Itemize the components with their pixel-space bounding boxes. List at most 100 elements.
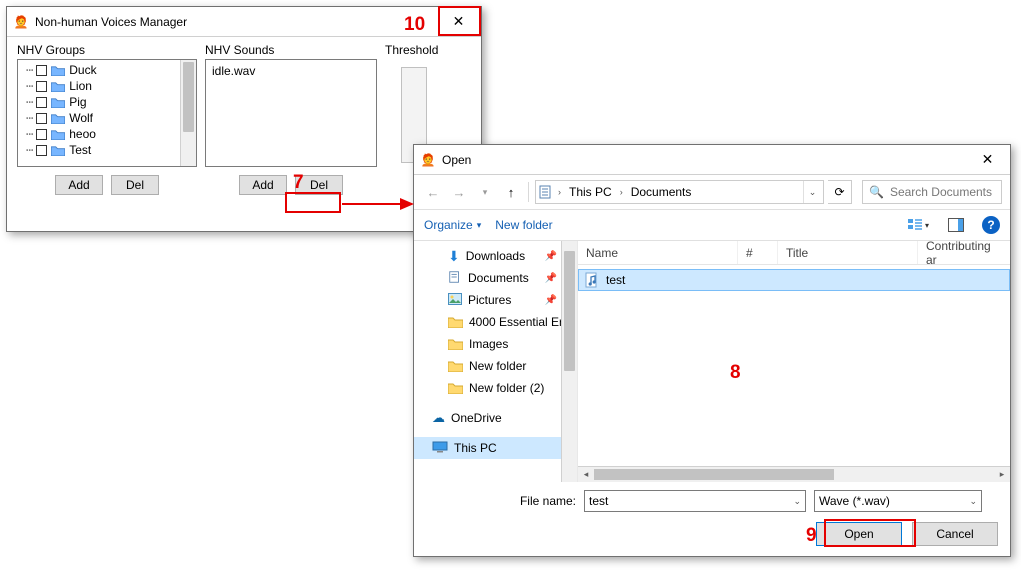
nhv-titlebar: 🧑‍🦰 Non-human Voices Manager ✕ (7, 7, 481, 37)
pin-icon: 📌 (545, 251, 557, 262)
file-row-test[interactable]: test (578, 269, 1010, 291)
nhv-sounds-list[interactable]: idle.wav (205, 59, 377, 167)
group-label: Lion (69, 79, 92, 93)
organize-menu[interactable]: Organize ▾ (424, 218, 481, 232)
toolbar: Organize ▾ New folder ▾ ? (414, 209, 1010, 241)
groups-scrollbar[interactable] (180, 60, 196, 166)
open-title: Open (442, 153, 471, 167)
pin-icon: 📌 (545, 273, 557, 284)
nhv-group-item[interactable]: ⋯Wolf (20, 110, 180, 126)
folder-icon (51, 65, 65, 76)
open-dialog-window: 🧑‍🦰 Open ✕ ← → ▾ ↑ › This PC › Documents… (413, 144, 1011, 557)
nhv-group-item[interactable]: ⋯ Pig (20, 94, 180, 110)
navpane-scrollbar[interactable] (561, 241, 577, 482)
col-title[interactable]: Title (778, 241, 918, 264)
col-num[interactable]: # (738, 241, 778, 264)
nhv-sound-item[interactable]: idle.wav (208, 62, 374, 80)
checkbox[interactable] (36, 113, 47, 124)
arrow-up-icon: ↑ (508, 185, 515, 200)
groups-add-button[interactable]: Add (55, 175, 103, 195)
refresh-button[interactable]: ⟳ (828, 180, 852, 204)
group-label: Test (69, 143, 91, 157)
nav-forward-button[interactable]: → (448, 181, 470, 203)
nhv-groups-tree[interactable]: ⋯Duck⋯Lion⋯Pig⋯Wolf⋯heoo⋯Test (17, 59, 197, 167)
file-content-pane: Name # Title Contributing ar test ◂ (578, 241, 1010, 482)
column-headers: Name # Title Contributing ar (578, 241, 1010, 265)
file-list[interactable]: test (578, 265, 1010, 466)
nav-newfolder2[interactable]: New folder (2) (414, 377, 577, 399)
nav-thispc[interactable]: This PC (414, 437, 577, 459)
thispc-icon (432, 441, 448, 456)
nhv-group-item[interactable]: ⋯heoo (20, 126, 180, 142)
nav-up-button[interactable]: ↑ (500, 181, 522, 203)
breadcrumb-bar[interactable]: › This PC › Documents ⌄ (535, 180, 824, 204)
search-input[interactable]: 🔍 Search Documents (862, 180, 1002, 204)
groups-del-button[interactable]: Del (111, 175, 159, 195)
nav-documents[interactable]: Documents 📌 (414, 267, 577, 289)
breadcrumb-thispc[interactable]: This PC (565, 185, 616, 199)
checkbox[interactable] (36, 65, 47, 76)
breadcrumb-dropdown[interactable]: ⌄ (803, 181, 821, 203)
nhv-manager-window: 🧑‍🦰 Non-human Voices Manager ✕ NHV Group… (6, 6, 482, 232)
pictures-icon (448, 293, 462, 308)
tree-branch-icon: ⋯ (26, 95, 32, 109)
tree-branch-icon: ⋯ (26, 79, 32, 93)
sounds-add-button[interactable]: Add (239, 175, 287, 195)
nhv-app-icon: 🧑‍🦰 (13, 14, 29, 30)
documents-icon (538, 184, 554, 200)
nav-pictures[interactable]: Pictures 📌 (414, 289, 577, 311)
open-close-button[interactable]: ✕ (965, 145, 1010, 174)
view-mode-button[interactable]: ▾ (906, 214, 930, 236)
nav-downloads[interactable]: ⬇ Downloads 📌 (414, 245, 577, 267)
nav-4000[interactable]: 4000 Essential Er (414, 311, 577, 333)
open-titlebar: 🧑‍🦰 Open ✕ (414, 145, 1010, 175)
folder-icon (51, 113, 65, 124)
checkbox[interactable] (36, 129, 47, 140)
content-hscrollbar[interactable]: ◂ ▸ (578, 466, 1010, 482)
nhv-groups-label: NHV Groups (17, 43, 197, 57)
col-contrib[interactable]: Contributing ar (918, 241, 1010, 264)
breadcrumb-documents[interactable]: Documents (627, 185, 696, 199)
nhv-threshold-label: Threshold (385, 43, 471, 57)
new-folder-button[interactable]: New folder (495, 218, 552, 232)
help-icon: ? (987, 218, 994, 232)
chevron-down-icon: ▾ (477, 220, 482, 231)
nav-back-button[interactable]: ← (422, 181, 444, 203)
nhv-title: Non-human Voices Manager (35, 15, 187, 29)
folder-icon (448, 338, 463, 350)
arrow-left-icon: ← (427, 185, 440, 200)
tree-branch-icon: ⋯ (26, 111, 32, 125)
file-filter-combo[interactable]: Wave (*.wav) ⌄ (814, 490, 982, 512)
nav-newfolder[interactable]: New folder (414, 355, 577, 377)
nhv-group-item[interactable]: ⋯ Lion (20, 78, 180, 94)
group-label: Pig (69, 95, 86, 109)
checkbox[interactable] (36, 145, 47, 156)
navigation-pane[interactable]: ⬇ Downloads 📌 Documents 📌 Pictures (414, 241, 578, 482)
refresh-icon: ⟳ (834, 185, 844, 199)
chevron-down-icon: ▾ (925, 221, 929, 230)
arrow-right-icon: → (453, 185, 466, 200)
col-name[interactable]: Name (578, 241, 738, 264)
nhv-group-item[interactable]: ⋯Duck (20, 62, 180, 78)
cancel-button[interactable]: Cancel (912, 522, 998, 546)
chevron-down-icon: ⌄ (963, 496, 977, 507)
tree-branch-icon: ⋯ (26, 63, 32, 77)
nav-recent-button[interactable]: ▾ (474, 181, 496, 203)
folder-icon (51, 129, 65, 140)
scroll-left-icon: ◂ (578, 467, 594, 482)
open-button[interactable]: Open (816, 522, 902, 546)
folder-icon (51, 97, 65, 108)
documents-icon (448, 270, 462, 287)
sounds-del-button[interactable]: Del (295, 175, 343, 195)
checkbox[interactable] (36, 81, 47, 92)
checkbox[interactable] (36, 97, 47, 108)
folder-icon (51, 145, 65, 156)
nav-images[interactable]: Images (414, 333, 577, 355)
nhv-close-button[interactable]: ✕ (436, 7, 481, 36)
help-button[interactable]: ? (982, 216, 1000, 234)
nav-onedrive[interactable]: ☁ OneDrive (414, 407, 577, 429)
filename-input[interactable]: test ⌄ (584, 490, 806, 512)
preview-pane-button[interactable] (944, 214, 968, 236)
audio-file-icon (584, 272, 600, 288)
nhv-group-item[interactable]: ⋯Test (20, 142, 180, 158)
